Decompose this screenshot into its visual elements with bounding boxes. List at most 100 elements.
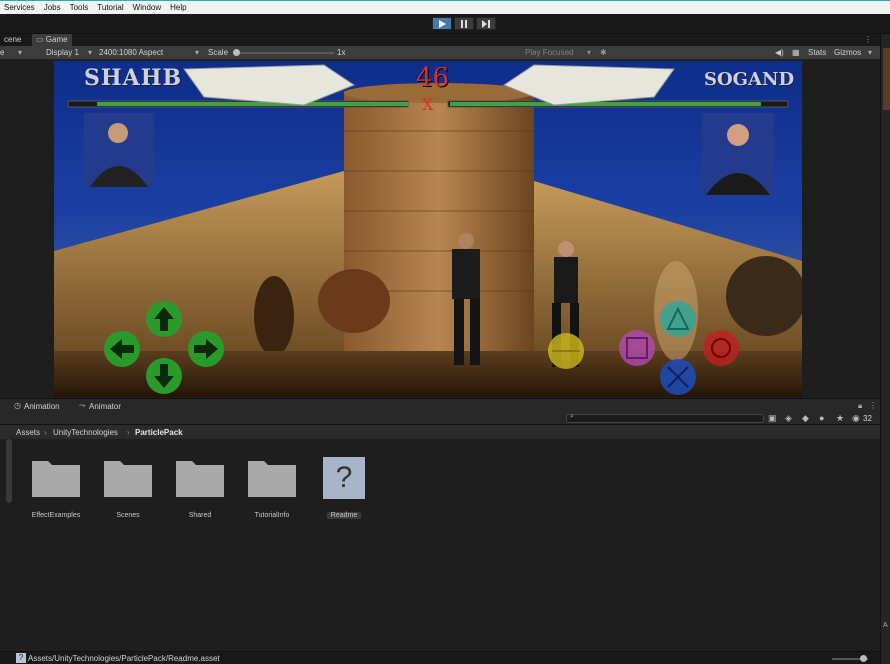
dpad-down-button[interactable] <box>146 358 182 394</box>
project-toolbar: ⌕ ▣ ◈ ◆ ● ★ ◉ 32 <box>0 412 880 425</box>
round-timer: 46 <box>416 63 450 93</box>
tree <box>318 269 390 333</box>
tab-game-label: Game <box>45 35 68 44</box>
arrow-up-icon <box>154 307 174 331</box>
p1-emblem <box>183 64 356 106</box>
main-toolbar <box>0 14 890 34</box>
vs-mark: X <box>422 95 434 114</box>
menu-tutorial[interactable]: Tutorial <box>97 3 123 12</box>
p1-name: SHAHB <box>84 65 183 91</box>
asset-type-icon: ? <box>16 653 26 663</box>
folder-icon <box>104 461 152 497</box>
filter-icon[interactable]: ▣ <box>768 413 777 424</box>
chevron-down-icon: ▾ <box>868 48 873 57</box>
gizmos-button[interactable]: Gizmos <box>834 48 861 57</box>
inspector-thumbnail <box>883 48 890 110</box>
stats-button[interactable]: Stats <box>808 48 826 57</box>
zoom-slider-handle[interactable] <box>860 655 867 662</box>
square-button <box>619 330 655 366</box>
tab-animator[interactable]: Animator <box>89 402 121 411</box>
menu-services[interactable]: Services <box>4 3 35 12</box>
triangle-button <box>660 301 696 337</box>
tab-game[interactable]: ▭ Game <box>32 34 72 46</box>
step-icon <box>482 19 490 28</box>
asset-label: Scenes <box>116 512 140 519</box>
chevron-right-icon: › <box>127 428 130 437</box>
scale-slider-handle[interactable] <box>233 49 240 56</box>
play-focused-dropdown[interactable]: Play Focused <box>525 48 573 57</box>
game-scene[interactable]: SHAHB SOGAND 46 X <box>54 61 802 397</box>
type-filter-icon[interactable]: ◈ <box>785 413 792 424</box>
asset-count: 32 <box>863 414 872 423</box>
speaker-icon[interactable]: ◀) <box>775 48 784 57</box>
scrollbar[interactable] <box>6 439 12 503</box>
question-icon: ? <box>323 457 365 499</box>
scale-label: Scale <box>208 48 229 57</box>
mode-dropdown[interactable]: e <box>0 48 4 57</box>
gamepad-icon: ▭ <box>36 35 44 44</box>
chevron-down-icon: ▾ <box>195 48 200 57</box>
chevron-down-icon: ▾ <box>587 48 592 57</box>
asset-grid: EffectExamples Scenes Shared TutorialInf… <box>0 439 880 651</box>
step-button[interactable] <box>476 17 496 30</box>
label-icon[interactable]: ◆ <box>802 413 809 424</box>
bug-icon[interactable]: ✱ <box>600 48 607 57</box>
asset-label: Readme <box>327 512 361 519</box>
pause-button[interactable] <box>454 17 474 30</box>
menu-jobs[interactable]: Jobs <box>44 3 61 12</box>
status-bar: ? Assets/UnityTechnologies/ParticlePack/… <box>0 651 880 664</box>
scale-value: 1x <box>337 48 346 57</box>
menu-window[interactable]: Window <box>133 3 161 12</box>
game-view-toolbar: e ▾ Display 1 ▾ 2400:1080 Aspect ▾ Scale… <box>0 46 880 60</box>
inspector-a-label: A <box>883 622 888 629</box>
tab-animation[interactable]: Animation <box>24 402 60 411</box>
lock-icon[interactable]: 🔒︎ <box>858 401 862 411</box>
search-icon: ⌕ <box>570 413 574 420</box>
clock-icon: ◷ <box>14 401 21 410</box>
arrow-left-icon <box>110 339 134 359</box>
folder-icon <box>176 461 224 497</box>
menu-tools[interactable]: Tools <box>70 3 89 12</box>
keyboard-icon[interactable]: ▦ <box>792 48 800 57</box>
aspect-dropdown[interactable]: 2400:1080 Aspect <box>99 48 163 57</box>
p2-name: SOGAND <box>704 69 795 90</box>
pause-icon <box>461 19 467 28</box>
display-dropdown[interactable]: Display 1 <box>46 48 79 57</box>
star-icon[interactable]: ★ <box>836 413 844 424</box>
asset-label: TutorialInfo <box>254 512 290 519</box>
arrow-right-icon <box>194 339 218 359</box>
breadcrumb-unitytechnologies[interactable]: UnityTechnologies <box>53 428 118 437</box>
dpad-left-button[interactable] <box>104 331 140 367</box>
chevron-right-icon: › <box>44 428 47 437</box>
folder-icon <box>32 461 80 497</box>
breadcrumb-assets[interactable]: Assets <box>16 428 40 437</box>
tab-scene[interactable]: cene <box>0 34 25 46</box>
search-input[interactable]: ⌕ <box>566 413 764 423</box>
asset-label: Shared <box>188 512 212 519</box>
menu-bar: Services Jobs Tools Tutorial Window Help <box>0 0 890 14</box>
menu-help[interactable]: Help <box>170 3 186 12</box>
asset-label: EffectExamples <box>31 512 81 519</box>
tree <box>254 276 294 356</box>
view-tabs: cene ▭ Game ⋮ <box>0 34 890 46</box>
circle-button-red <box>703 330 739 366</box>
selected-asset-path: Assets/UnityTechnologies/ParticlePack/Re… <box>28 654 220 663</box>
folder-icon <box>248 461 296 497</box>
tab-menu-icon[interactable]: ⋮ <box>864 35 872 44</box>
scale-slider-track[interactable] <box>234 52 334 54</box>
breadcrumb: Assets › UnityTechnologies › ParticlePac… <box>0 425 880 439</box>
panel-menu-icon[interactable]: ⋮ <box>869 401 877 410</box>
play-button[interactable] <box>432 17 452 30</box>
p1-health-fill <box>97 102 408 106</box>
info-icon[interactable]: ● <box>819 413 824 423</box>
inspector-strip: A <box>880 34 890 664</box>
dpad-right-button[interactable] <box>188 331 224 367</box>
arrow-down-icon <box>154 364 174 388</box>
visibility-icon[interactable]: ◉ <box>852 413 860 424</box>
breadcrumb-particlepack[interactable]: ParticlePack <box>135 428 183 437</box>
animator-icon: ⤳ <box>79 401 86 410</box>
p2-health-fill <box>450 102 761 106</box>
chevron-down-icon: ▾ <box>18 48 23 57</box>
play-icon <box>439 19 446 28</box>
dpad-up-button[interactable] <box>146 301 182 337</box>
